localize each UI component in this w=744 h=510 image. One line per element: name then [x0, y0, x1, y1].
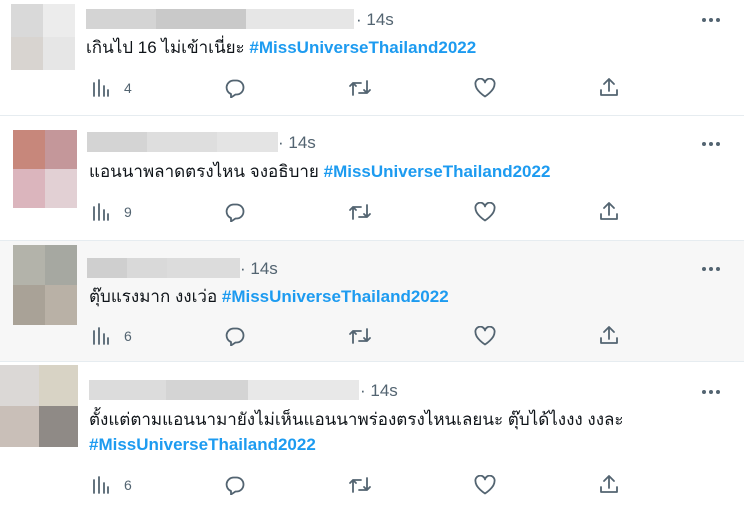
share-button[interactable]: [599, 325, 619, 345]
tweet-4[interactable]: · 14s ตั้งแต่ตามแอนนามายังไม่เห็นแอนนาพร…: [0, 362, 744, 510]
like-button[interactable]: [474, 78, 496, 98]
tweet-text: แอนนาพลาดตรงไหน จงอธิบาย #MissUniverseTh…: [89, 159, 550, 184]
reply-button[interactable]: [225, 202, 245, 222]
views-count: 4: [124, 80, 132, 96]
reply-icon: [225, 79, 245, 98]
tweet-timestamp[interactable]: · 14s: [360, 381, 398, 401]
retweet-icon: [349, 204, 371, 220]
like-button[interactable]: [474, 202, 496, 222]
author-name-blurred[interactable]: [87, 258, 240, 278]
hashtag-link[interactable]: #MissUniverseThailand2022: [89, 432, 316, 457]
views-button[interactable]: 4: [92, 79, 132, 97]
retweet-icon: [349, 328, 371, 344]
share-button[interactable]: [599, 201, 619, 221]
avatar[interactable]: [13, 245, 77, 325]
hashtag-link[interactable]: #MissUniverseThailand2022: [324, 162, 551, 181]
heart-icon: [474, 326, 496, 346]
avatar[interactable]: [0, 365, 78, 447]
retweet-button[interactable]: [348, 202, 372, 222]
retweet-icon: [349, 477, 371, 493]
tweet-body: ตั้งแต่ตามแอนนามายังไม่เห็นแอนนาพร่องตรง…: [89, 410, 624, 429]
more-options-icon[interactable]: [701, 259, 721, 279]
tweet-timestamp[interactable]: · 14s: [278, 133, 316, 153]
tweet-text: ตุ๊บแรงมาก งงเว่อ #MissUniverseThailand2…: [89, 284, 449, 309]
share-button[interactable]: [599, 77, 619, 97]
like-button[interactable]: [474, 326, 496, 346]
author-name-blurred[interactable]: [86, 9, 354, 29]
views-button[interactable]: 6: [92, 327, 132, 345]
reply-button[interactable]: [225, 475, 245, 495]
heart-icon: [474, 202, 496, 222]
tweet-body: ตุ๊บแรงมาก งงเว่อ: [89, 287, 218, 306]
reply-button[interactable]: [225, 78, 245, 98]
share-button[interactable]: [599, 474, 619, 494]
retweet-button[interactable]: [348, 78, 372, 98]
tweet-body: เกินไป 16 ไม่เข้าเนี่ยะ: [86, 38, 245, 57]
views-count: 6: [124, 477, 132, 493]
tweet-text: เกินไป 16 ไม่เข้าเนี่ยะ #MissUniverseTha…: [86, 35, 476, 60]
tweet-2[interactable]: · 14s แอนนาพลาดตรงไหน จงอธิบาย #MissUniv…: [0, 116, 744, 240]
heart-icon: [474, 475, 496, 495]
author-name-blurred[interactable]: [87, 132, 278, 152]
more-options-icon[interactable]: [701, 134, 721, 154]
tweet-timestamp[interactable]: · 14s: [356, 10, 394, 30]
views-count: 9: [124, 204, 132, 220]
more-options-icon[interactable]: [701, 10, 721, 30]
like-button[interactable]: [474, 475, 496, 495]
share-icon: [600, 78, 618, 96]
reply-icon: [225, 327, 245, 346]
share-icon: [600, 475, 618, 493]
share-icon: [600, 202, 618, 220]
bar-chart-icon: [93, 203, 109, 221]
tweet-1[interactable]: · 14s เกินไป 16 ไม่เข้าเนี่ยะ #MissUnive…: [0, 0, 744, 115]
tweet-body: แอนนาพลาดตรงไหน จงอธิบาย: [89, 162, 319, 181]
reply-button[interactable]: [225, 326, 245, 346]
views-count: 6: [124, 328, 132, 344]
share-icon: [600, 326, 618, 344]
tweet-3[interactable]: · 14s ตุ๊บแรงมาก งงเว่อ #MissUniverseTha…: [0, 241, 744, 361]
more-options-icon[interactable]: [701, 382, 721, 402]
hashtag-link[interactable]: #MissUniverseThailand2022: [222, 287, 449, 306]
retweet-button[interactable]: [348, 475, 372, 495]
reply-icon: [225, 476, 245, 495]
heart-icon: [474, 78, 496, 98]
tweet-timestamp[interactable]: · 14s: [240, 259, 278, 279]
retweet-button[interactable]: [348, 326, 372, 346]
retweet-icon: [349, 80, 371, 96]
avatar[interactable]: [13, 130, 77, 208]
hashtag-link[interactable]: #MissUniverseThailand2022: [249, 38, 476, 57]
bar-chart-icon: [93, 79, 109, 97]
views-button[interactable]: 9: [92, 203, 132, 221]
author-name-blurred[interactable]: [89, 380, 359, 400]
avatar[interactable]: [11, 4, 75, 70]
bar-chart-icon: [93, 476, 109, 494]
bar-chart-icon: [93, 327, 109, 345]
views-button[interactable]: 6: [92, 476, 132, 494]
reply-icon: [225, 203, 245, 222]
